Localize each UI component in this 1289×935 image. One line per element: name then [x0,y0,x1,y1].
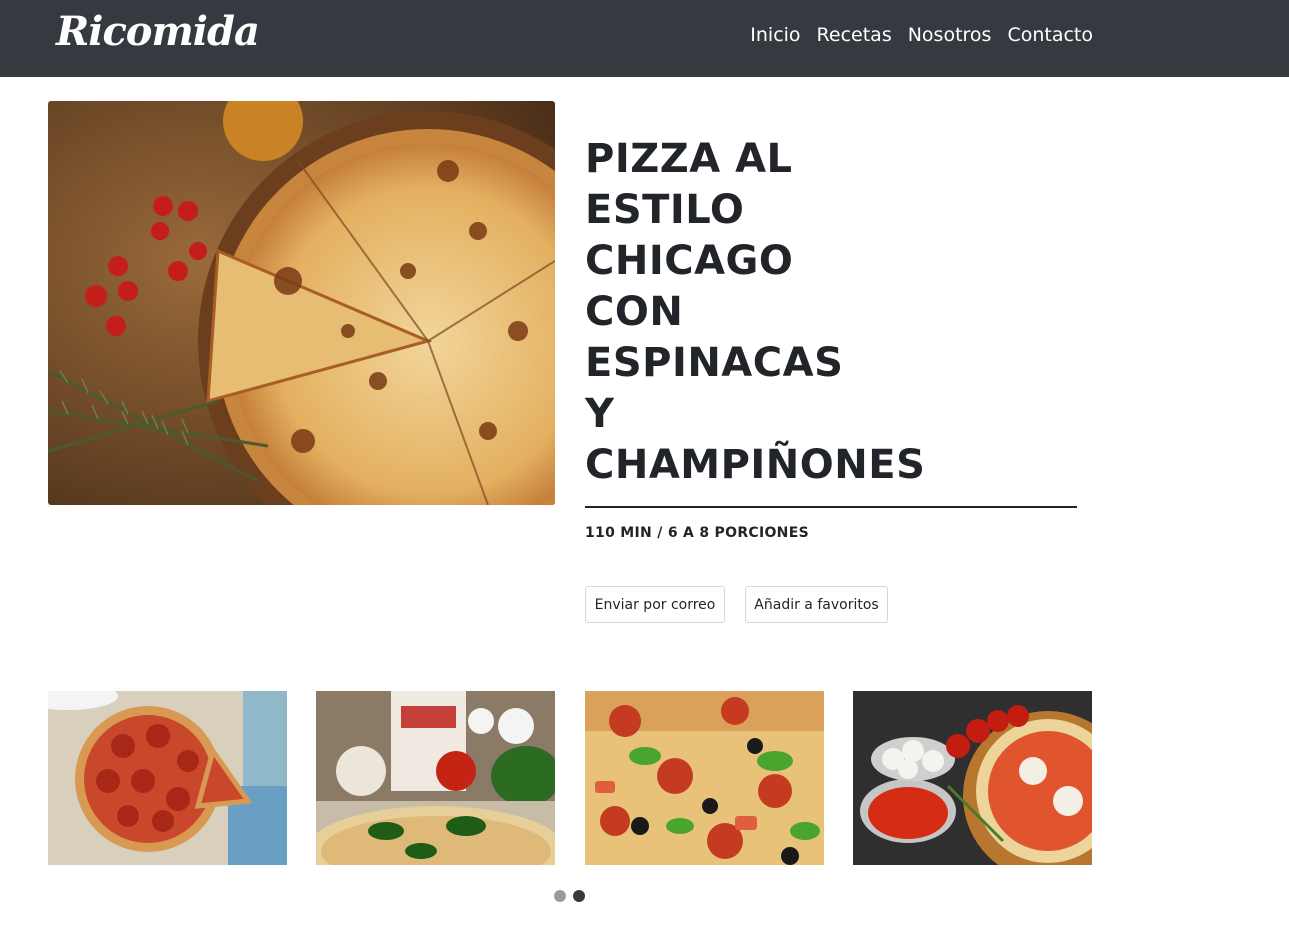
hero-pizza-image [48,101,555,505]
recipe-title-line: ESTILO [585,187,745,233]
nav-link-nosotros[interactable]: Nosotros [908,24,992,46]
recipe-title-line: CHAMPIÑONES [585,442,926,488]
carousel-indicators [554,890,585,902]
brand-logo[interactable]: Ricomida [56,8,260,55]
add-favorite-button[interactable]: Añadir a favoritos [745,586,888,623]
recipe-title: PIZZA AL ESTILO CHICAGO CON ESPINACAS Y … [585,134,926,491]
carousel-dot-2[interactable] [573,890,585,902]
nav-link-contacto[interactable]: Contacto [1007,24,1093,46]
thumbnail-pepperoni-pizza[interactable] [48,691,287,865]
title-divider [585,506,1077,508]
recipe-title-line: Y [585,391,615,437]
navbar: Ricomida Inicio Recetas Nosotros Contact… [0,0,1289,77]
recipe-title-line: CHICAGO [585,238,794,284]
recipe-title-line: PIZZA AL [585,136,793,182]
nav-link-inicio[interactable]: Inicio [750,24,800,46]
recipe-meta: 110 MIN / 6 A 8 PORCIONES [585,525,809,541]
nav-links: Inicio Recetas Nosotros Contacto [750,24,1093,46]
thumbnail-pizza-tomato-sauce[interactable] [853,691,1092,865]
recipe-title-line: ESPINACAS [585,340,844,386]
thumbnail-margherita-ingredients[interactable] [316,691,555,865]
carousel-dot-1[interactable] [554,890,566,902]
nav-link-recetas[interactable]: Recetas [817,24,892,46]
recipe-title-line: CON [585,289,684,335]
thumbnail-supreme-pizza[interactable] [585,691,824,865]
send-email-button[interactable]: Enviar por correo [585,586,725,623]
